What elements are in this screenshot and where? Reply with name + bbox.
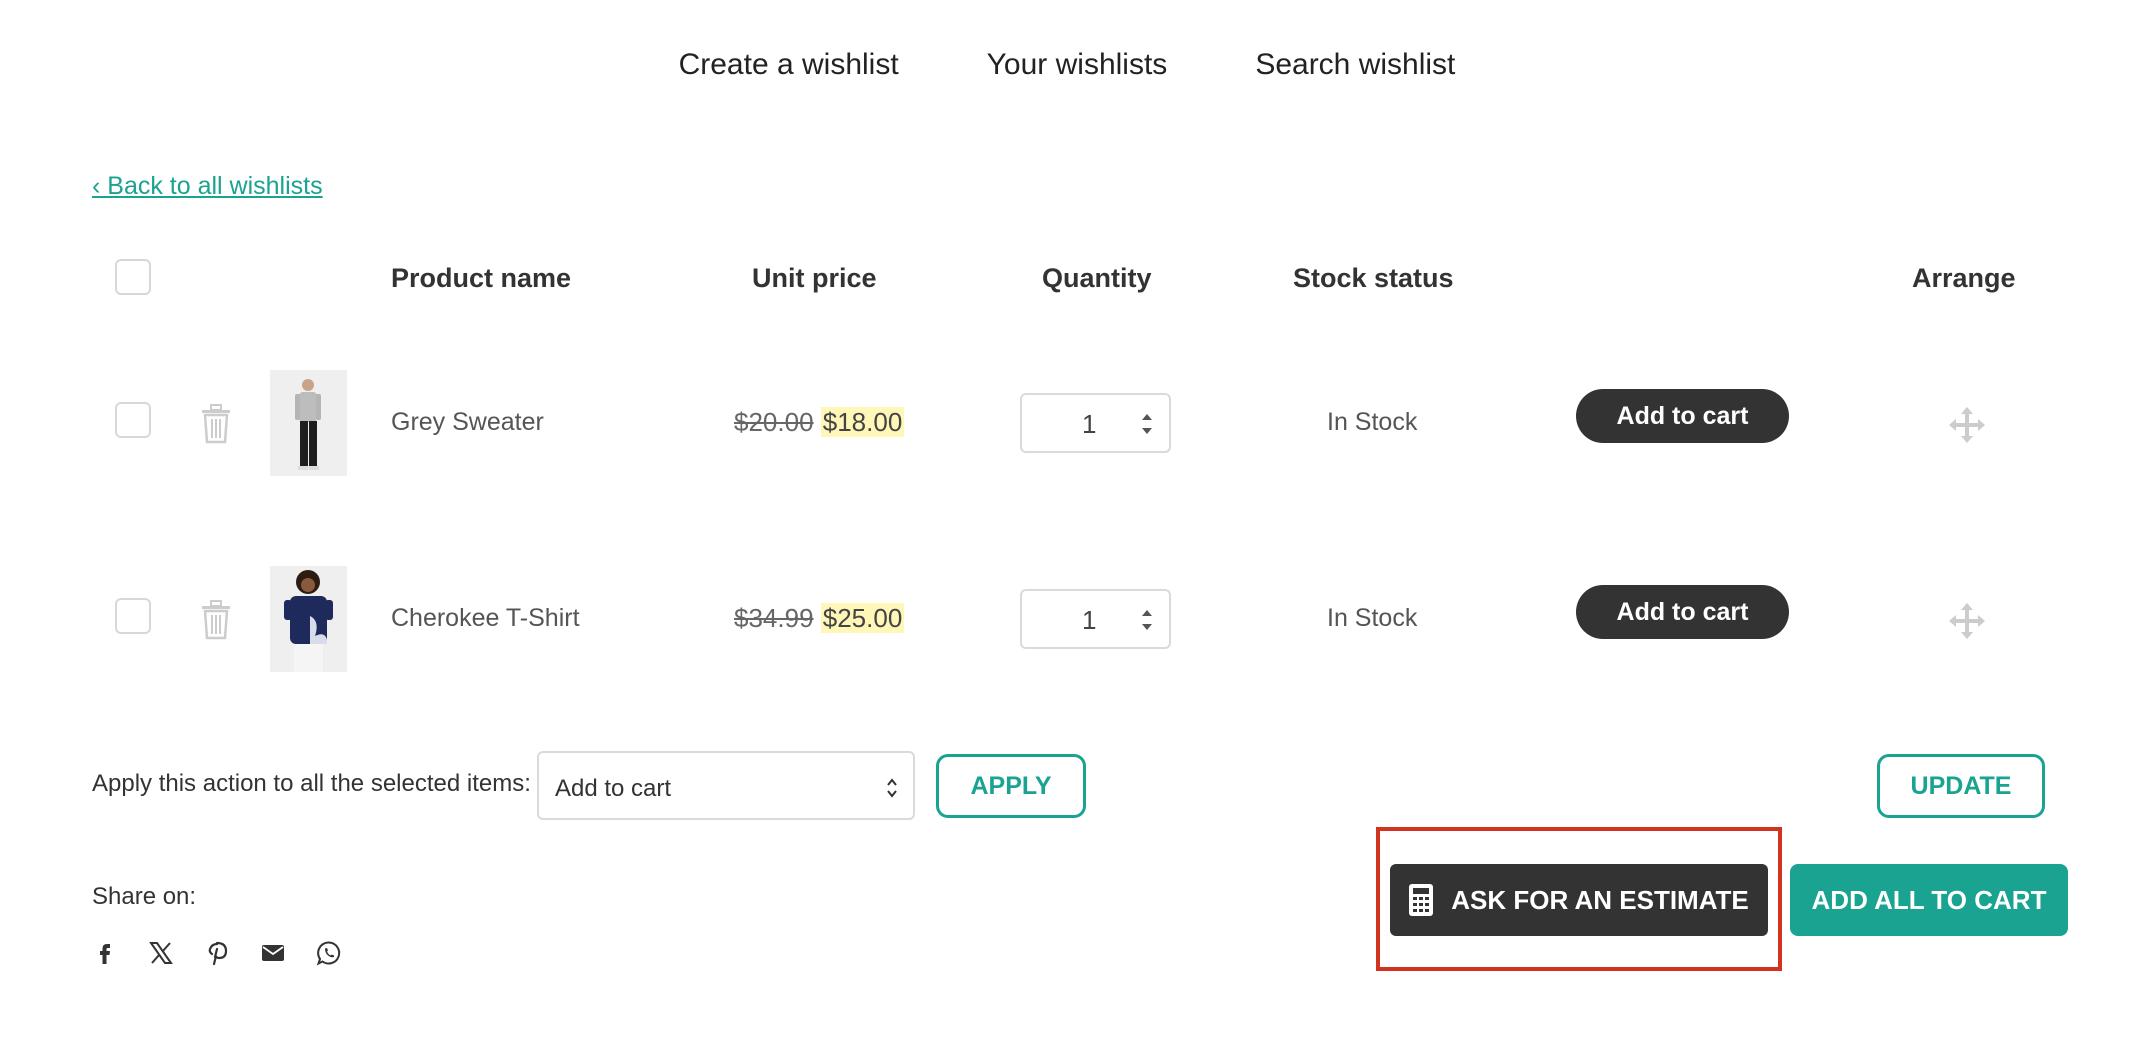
original-price: $20.00 [734, 407, 814, 437]
pinterest-icon[interactable] [204, 940, 230, 966]
add-to-cart-button[interactable]: Add to cart [1576, 389, 1789, 443]
apply-button[interactable]: APPLY [936, 754, 1086, 818]
nav-search-wishlist[interactable]: Search wishlist [1255, 48, 1455, 82]
share-icons [92, 940, 342, 966]
table-row: Grey Sweater $20.00 $18.00 1 In Stock Ad… [0, 370, 2134, 478]
whatsapp-icon[interactable] [316, 940, 342, 966]
x-icon[interactable] [148, 940, 174, 966]
quantity-stepper[interactable]: 1 [1020, 589, 1171, 649]
spinner-arrows-icon[interactable] [1139, 605, 1155, 635]
product-name[interactable]: Cherokee T-Shirt [391, 604, 580, 633]
unit-price: $34.99 $25.00 [734, 600, 905, 636]
unit-price: $20.00 $18.00 [734, 404, 905, 440]
header-quantity: Quantity [1042, 263, 1152, 293]
select-all-checkbox[interactable] [115, 259, 151, 295]
bulk-action-label: Apply this action to all the selected it… [92, 770, 531, 797]
move-arrows-icon[interactable] [1947, 601, 1987, 641]
wishlist-nav: Create a wishlist Your wishlists Search … [0, 48, 2134, 82]
ask-for-estimate-button[interactable]: ASK FOR AN ESTIMATE [1390, 864, 1768, 936]
facebook-icon[interactable] [92, 940, 118, 966]
quantity-stepper[interactable]: 1 [1020, 393, 1171, 453]
table-row: Cherokee T-Shirt $34.99 $25.00 1 In Stoc… [0, 566, 2134, 674]
row-checkbox[interactable] [115, 402, 151, 438]
quantity-value[interactable]: 1 [1082, 409, 1096, 440]
calculator-icon [1409, 884, 1434, 916]
nav-your-wishlists[interactable]: Your wishlists [987, 48, 1168, 82]
add-all-to-cart-button[interactable]: ADD ALL TO CART [1790, 864, 2068, 936]
nav-create-wishlist[interactable]: Create a wishlist [679, 48, 899, 82]
original-price: $34.99 [734, 603, 814, 633]
header-product-name: Product name [391, 263, 572, 293]
bulk-action-select[interactable]: Add to cart [537, 751, 915, 820]
spinner-arrows-icon[interactable] [1139, 409, 1155, 439]
trash-icon[interactable] [200, 600, 232, 640]
sale-price: $18.00 [820, 407, 905, 437]
header-arrange: Arrange [1912, 263, 2016, 293]
header-stock-status: Stock status [1293, 263, 1454, 293]
product-image-grey-sweater[interactable] [270, 370, 347, 476]
add-to-cart-button[interactable]: Add to cart [1576, 585, 1789, 639]
trash-icon[interactable] [200, 404, 232, 444]
move-arrows-icon[interactable] [1947, 405, 1987, 445]
row-checkbox[interactable] [115, 598, 151, 634]
sale-price: $25.00 [820, 603, 905, 633]
email-icon[interactable] [260, 940, 286, 966]
chevron-up-down-icon [887, 778, 897, 798]
header-unit-price: Unit price [752, 263, 877, 293]
update-button[interactable]: UPDATE [1877, 754, 2045, 818]
back-to-wishlists-link[interactable]: ‹ Back to all wishlists [92, 172, 323, 201]
quantity-value[interactable]: 1 [1082, 605, 1096, 636]
stock-status: In Stock [1327, 604, 1418, 632]
product-name[interactable]: Grey Sweater [391, 408, 544, 437]
bulk-action-selected-value: Add to cart [555, 775, 672, 802]
share-label: Share on: [92, 883, 197, 910]
product-image-cherokee-tshirt[interactable] [270, 566, 347, 672]
ask-for-estimate-label: ASK FOR AN ESTIMATE [1451, 884, 1749, 915]
table-header: Product name Unit price Quantity Stock s… [0, 255, 2134, 305]
stock-status: In Stock [1327, 408, 1418, 436]
